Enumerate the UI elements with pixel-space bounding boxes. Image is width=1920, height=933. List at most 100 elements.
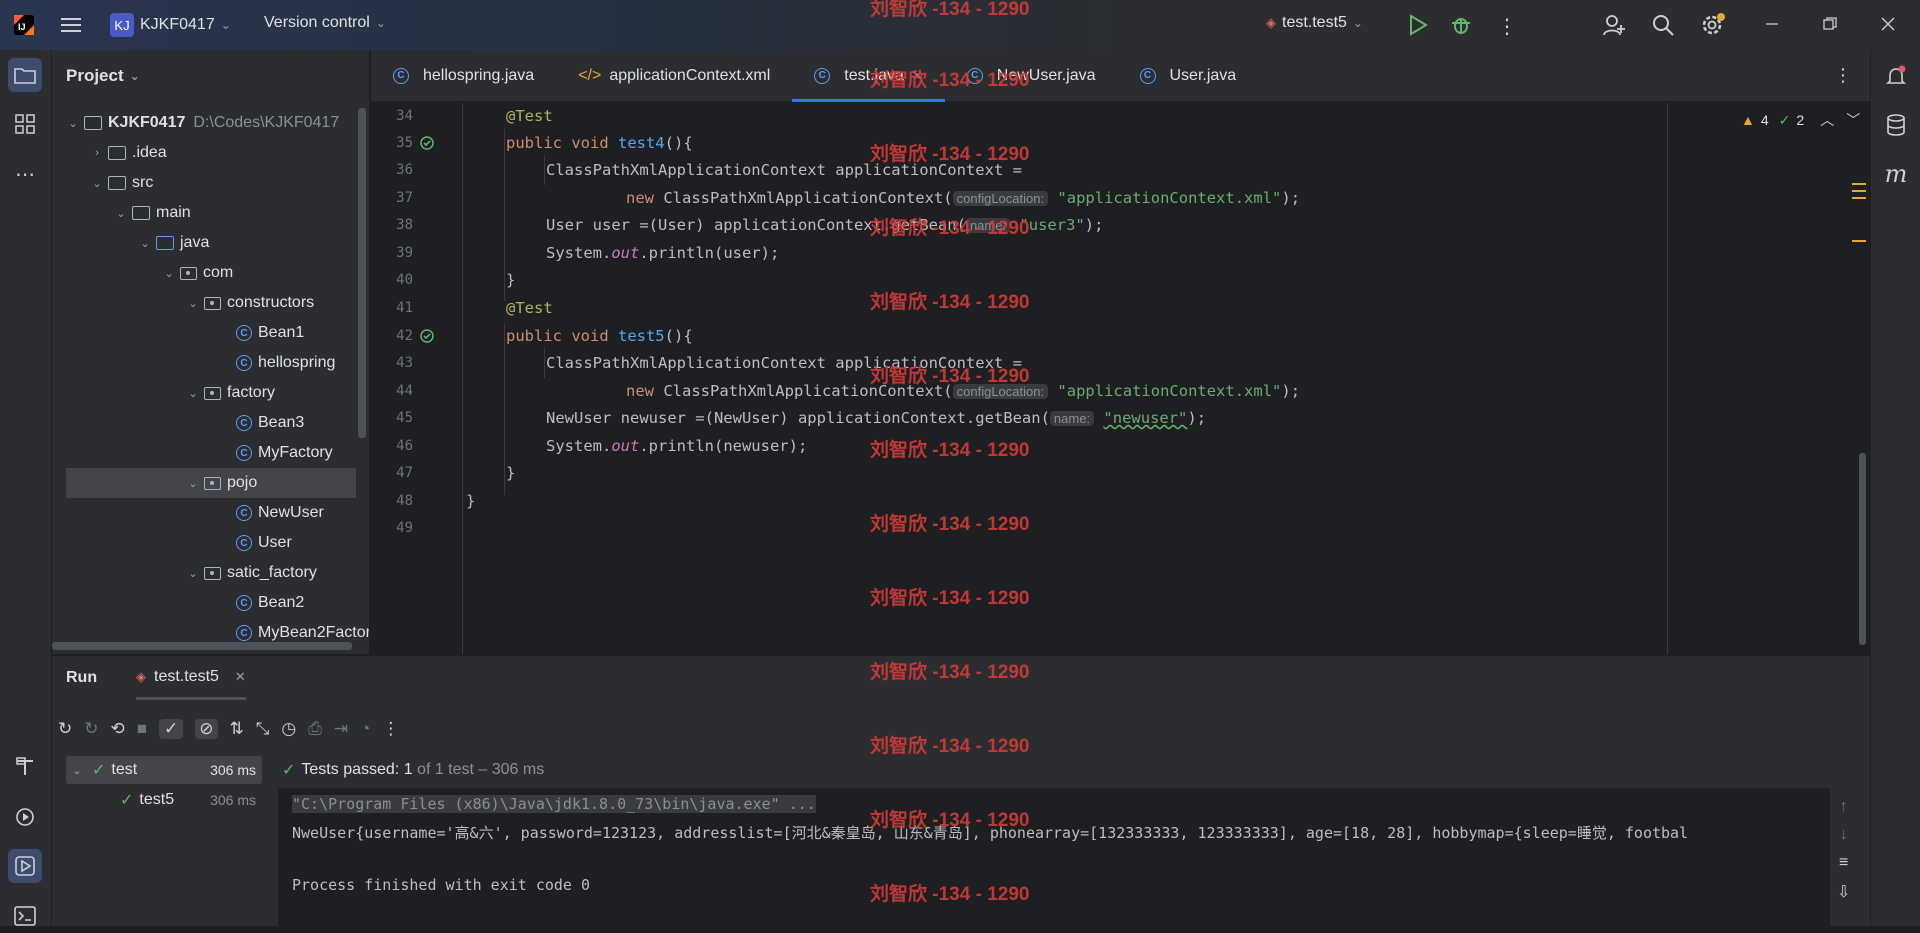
tree-item-main[interactable]: ⌄ main — [114, 198, 190, 228]
tree-item-hellospring[interactable]: Chellospring — [236, 348, 335, 378]
tree-item-user[interactable]: C User — [236, 528, 292, 558]
run-test-gutter-icon[interactable] — [419, 135, 435, 151]
test-tree-time: 306 ms — [210, 762, 256, 778]
tree-item-satic-factory[interactable]: ⌄ satic_factory — [186, 558, 316, 588]
chevron-down-icon: ⌄ — [164, 267, 174, 280]
inspection-widget[interactable]: ▲ 4 ✓ 2 ︿ ﹀ — [1741, 110, 1860, 130]
more-tools-icon[interactable]: ⋯ — [8, 157, 42, 191]
tab-hellospring[interactable]: Chellospring.java — [371, 50, 556, 102]
chevron-down-icon: ⌄ — [188, 297, 198, 310]
tree-item-bean1[interactable]: C Bean1 — [236, 318, 304, 348]
line-number: 40 — [396, 272, 413, 288]
error-stripe-mark[interactable] — [1852, 240, 1866, 242]
class-icon: C — [236, 505, 252, 521]
rerun-failed-icon[interactable]: ↻ — [84, 719, 98, 739]
database-icon[interactable] — [1879, 108, 1913, 142]
run-config-tab-label: test.test5 — [154, 667, 219, 685]
tree-root[interactable]: ⌄ KJKF0417 D:\Codes\KJKF0417 — [66, 108, 339, 138]
settings-gear-icon[interactable] — [1700, 12, 1726, 38]
project-selector[interactable]: KJ KJKF0417 ⌄ — [110, 13, 231, 37]
import-icon[interactable]: ⇥ — [334, 719, 348, 739]
line-number: 45 — [396, 410, 413, 426]
run-config-tab[interactable]: ◈ test.test5 ✕ — [136, 656, 246, 700]
code-line-48: } — [466, 492, 476, 510]
show-ignored-icon[interactable]: ⊘ — [195, 719, 218, 739]
close-tab-icon[interactable]: ✕ — [912, 68, 923, 84]
notifications-bell-icon[interactable] — [1879, 59, 1913, 93]
scroll-up-icon[interactable]: ↑ — [1837, 798, 1850, 816]
vcs-selector[interactable]: Version control ⌄ — [264, 14, 386, 32]
project-panel: Project ⌄ ⌄ KJKF0417 D:\Codes\KJKF0417 ›… — [52, 50, 370, 654]
run-icon[interactable] — [1408, 14, 1428, 36]
rerun-icon[interactable]: ↻ — [58, 719, 72, 739]
more-vertical-icon[interactable]: ⋮ — [1497, 14, 1517, 39]
code-line-35: public void test4(){ — [506, 134, 693, 152]
debug-icon[interactable] — [1450, 13, 1472, 35]
maven-icon[interactable]: m — [1879, 157, 1913, 191]
tree-item-bean3[interactable]: C Bean3 — [236, 408, 304, 438]
code-editor[interactable]: 34 35 36 37 38 39 40 41 42 43 44 45 46 47 48 49 @Test p… — [371, 103, 1870, 654]
tree-item-factory[interactable]: ⌄ factory — [186, 378, 275, 408]
scroll-to-end-icon[interactable]: ⇩ — [1837, 882, 1850, 902]
tree-item-newuser[interactable]: C NewUser — [236, 498, 324, 528]
app-logo-icon[interactable]: IJ — [12, 13, 36, 37]
indent-guide — [504, 323, 505, 495]
test-tree-row[interactable]: ✓ test5 306 ms — [66, 786, 262, 814]
more-vertical-icon[interactable]: ⋮ — [382, 719, 399, 739]
tab-test[interactable]: Ctest.java ✕ — [792, 50, 945, 102]
run-test-gutter-icon[interactable] — [419, 328, 435, 344]
run-config-selector[interactable]: ◈ test.test5 ⌄ — [1266, 14, 1363, 32]
project-tool-folder-icon[interactable] — [8, 58, 42, 92]
project-panel-header[interactable]: Project ⌄ — [52, 50, 369, 102]
sort-icon[interactable]: ⇅ — [230, 719, 244, 739]
tree-item-java[interactable]: ⌄ java — [138, 228, 209, 258]
coverage-icon[interactable]: ◔ — [360, 719, 370, 739]
toggle-auto-test-icon[interactable]: ⟲ — [111, 719, 125, 739]
chevron-down-icon: ⌄ — [129, 69, 140, 83]
project-scrollbar[interactable] — [358, 108, 366, 438]
tree-root-label: KJKF0417 — [108, 114, 186, 131]
history-icon[interactable]: ◷ — [281, 719, 296, 739]
show-passed-icon[interactable]: ✓ — [159, 719, 184, 739]
test-tree-row[interactable]: ⌄ ✓ test 306 ms — [66, 756, 262, 784]
stop-icon[interactable]: ■ — [137, 719, 147, 739]
test-tree-label: test5 — [139, 791, 175, 808]
editor-scrollbar[interactable] — [1859, 453, 1866, 645]
collapse-icon[interactable]: ⤡ — [256, 719, 270, 739]
tree-item-src[interactable]: ⌄ src — [90, 168, 153, 198]
main-menu-icon[interactable] — [60, 14, 84, 36]
code-line-39: System.out.println(user); — [546, 244, 780, 262]
minimize-icon[interactable] — [1764, 16, 1780, 32]
tree-item-pojo[interactable]: ⌄ pojo — [66, 468, 356, 498]
tab-user[interactable]: C User.java — [1118, 50, 1259, 102]
add-user-icon[interactable] — [1602, 13, 1626, 37]
scroll-down-icon[interactable]: ↓ — [1837, 826, 1850, 844]
chevron-down-icon: ⌄ — [188, 387, 198, 400]
chevron-down-icon[interactable]: ﹀ — [1846, 110, 1860, 130]
terminal-icon[interactable] — [8, 899, 42, 933]
structure-icon[interactable] — [8, 107, 42, 141]
close-tab-icon[interactable]: ✕ — [235, 669, 246, 685]
chevron-up-icon[interactable]: ︿ — [1820, 110, 1834, 130]
error-stripe-mark[interactable] — [1852, 183, 1866, 185]
tab-application-context[interactable]: </> applicationContext.xml — [556, 50, 792, 102]
screenshot-icon[interactable]: ⎙ — [308, 719, 322, 739]
code-line-34: @Test — [506, 107, 553, 125]
build-hammer-icon[interactable] — [8, 750, 42, 784]
tab-newuser[interactable]: C NewUser.java — [945, 50, 1118, 102]
restore-icon[interactable] — [1822, 16, 1838, 32]
tree-item-bean2[interactable]: C Bean2 — [236, 588, 304, 618]
project-h-scrollbar[interactable] — [52, 642, 352, 650]
tabs-more-icon[interactable]: ⋮ — [1834, 65, 1852, 86]
close-icon[interactable] — [1880, 16, 1896, 32]
tree-item-idea[interactable]: › .idea — [90, 138, 167, 168]
run-tool-icon[interactable] — [8, 849, 42, 883]
services-icon[interactable] — [8, 800, 42, 834]
tree-item-com[interactable]: ⌄ com — [162, 258, 233, 288]
tree-item-constructors[interactable]: ⌄ constructors — [186, 288, 314, 318]
console-output[interactable]: "C:\Program Files (x86)\Java\jdk1.8.0_73… — [278, 788, 1830, 927]
chevron-down-icon: ⌄ — [92, 177, 102, 190]
tree-item-myfactory[interactable]: C MyFactory — [236, 438, 333, 468]
search-icon[interactable] — [1651, 13, 1675, 37]
soft-wrap-icon[interactable]: ≡ — [1837, 854, 1850, 872]
